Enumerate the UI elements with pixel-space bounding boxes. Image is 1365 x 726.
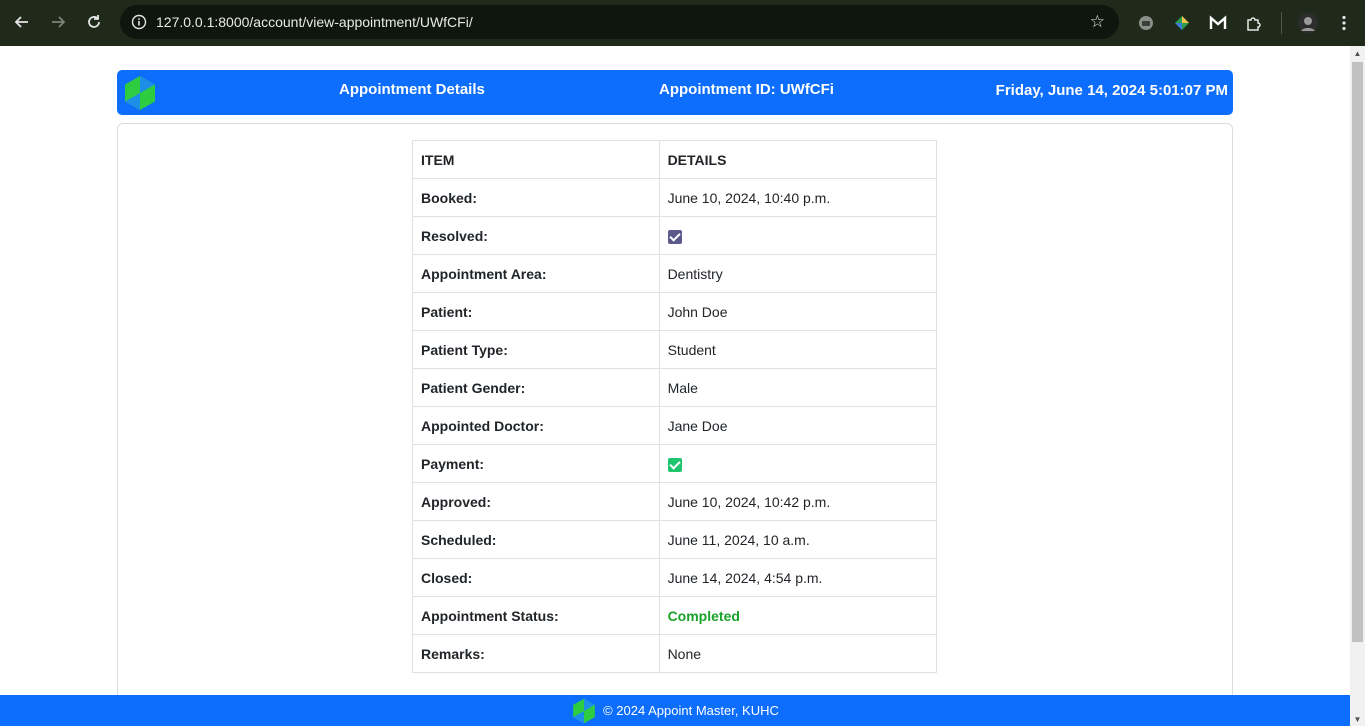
appoint-master-logo[interactable] (122, 75, 158, 111)
scroll-down-arrow[interactable]: ▼ (1350, 712, 1365, 726)
table-row: Closed: June 14, 2024, 4:54 p.m. (412, 558, 938, 597)
table-row: Appointment Area: Dentistry (412, 254, 938, 293)
row-label: Remarks: (412, 634, 660, 673)
row-label: Approved: (412, 482, 660, 521)
extensions-puzzle-icon[interactable] (1242, 11, 1266, 35)
row-label: Payment: (412, 444, 660, 483)
browser-menu-icon[interactable] (1332, 11, 1356, 35)
row-label: Appointed Doctor: (412, 406, 660, 445)
payment-checkbox[interactable] (667, 457, 682, 472)
footer-logo (571, 698, 597, 724)
row-value: Jane Doe (658, 406, 938, 445)
row-value: Male (658, 368, 938, 407)
extension-shield-icon[interactable] (1134, 11, 1158, 35)
column-header-item: ITEM (412, 140, 660, 179)
table-row: Booked: June 10, 2024, 10:40 p.m. (412, 178, 938, 217)
row-label: Booked: (412, 178, 660, 217)
site-info-icon[interactable] (122, 5, 156, 39)
row-label: Patient: (412, 292, 660, 331)
appointment-details-table: ITEM DETAILS Booked: June 10, 2024, 10:4… (412, 140, 938, 673)
app-header: Appointment Details Appointment ID: UWfC… (117, 70, 1233, 115)
resolved-checkbox[interactable] (667, 229, 682, 244)
table-row: Appointed Doctor: Jane Doe (412, 406, 938, 445)
row-value: None (658, 634, 938, 673)
column-header-details: DETAILS (658, 140, 938, 179)
table-row: Patient: John Doe (412, 292, 938, 331)
current-datetime: Friday, June 14, 2024 5:01:07 PM (995, 82, 1228, 99)
row-value: June 10, 2024, 10:42 p.m. (658, 482, 938, 521)
arrow-right-icon (52, 16, 66, 28)
row-label: Appointment Status: (412, 596, 660, 635)
table-row: Patient Gender: Male (412, 368, 938, 407)
profile-avatar[interactable] (1296, 11, 1320, 35)
row-value (658, 216, 938, 255)
table-row: Payment: (412, 444, 938, 483)
row-value: June 14, 2024, 4:54 p.m. (658, 558, 938, 597)
row-value: Dentistry (658, 254, 938, 293)
address-bar[interactable]: 127.0.0.1:8000/account/view-appointment/… (120, 5, 1119, 39)
browser-toolbar: 127.0.0.1:8000/account/view-appointment/… (0, 0, 1365, 46)
row-label: Patient Gender: (412, 368, 660, 407)
appointment-id: Appointment ID: UWfCFi (659, 81, 834, 98)
row-label: Scheduled: (412, 520, 660, 559)
extension-m-icon[interactable] (1206, 11, 1230, 35)
table-header-row: ITEM DETAILS (412, 140, 938, 179)
table-row: Resolved: (412, 216, 938, 255)
row-value: John Doe (658, 292, 938, 331)
table-row: Patient Type: Student (412, 330, 938, 369)
forward-button[interactable] (40, 4, 76, 40)
toolbar-separator (1281, 12, 1282, 34)
row-label: Patient Type: (412, 330, 660, 369)
reload-icon (88, 15, 100, 28)
back-button[interactable] (4, 4, 40, 40)
row-value: Student (658, 330, 938, 369)
reload-button[interactable] (76, 4, 112, 40)
row-value: June 10, 2024, 10:40 p.m. (658, 178, 938, 217)
table-row: Remarks: None (412, 634, 938, 673)
arrow-left-icon (14, 16, 28, 28)
row-value (658, 444, 938, 483)
scroll-up-arrow[interactable]: ▲ (1350, 46, 1365, 60)
row-label: Closed: (412, 558, 660, 597)
bookmark-star-icon[interactable]: ☆ (1090, 13, 1105, 31)
row-value: June 11, 2024, 10 a.m. (658, 520, 938, 559)
extension-color-icon[interactable] (1170, 11, 1194, 35)
table-row: Scheduled: June 11, 2024, 10 a.m. (412, 520, 938, 559)
scrollbar-thumb[interactable] (1352, 62, 1363, 642)
url-text[interactable]: 127.0.0.1:8000/account/view-appointment/… (156, 14, 473, 30)
row-label: Resolved: (412, 216, 660, 255)
page-footer: © 2024 Appoint Master, KUHC (0, 695, 1350, 726)
page-title: Appointment Details (339, 81, 485, 98)
footer-copyright: © 2024 Appoint Master, KUHC (603, 703, 779, 718)
table-row: Approved: June 10, 2024, 10:42 p.m. (412, 482, 938, 521)
status-badge: Completed (667, 607, 740, 624)
table-row: Appointment Status: Completed (412, 596, 938, 635)
row-label: Appointment Area: (412, 254, 660, 293)
